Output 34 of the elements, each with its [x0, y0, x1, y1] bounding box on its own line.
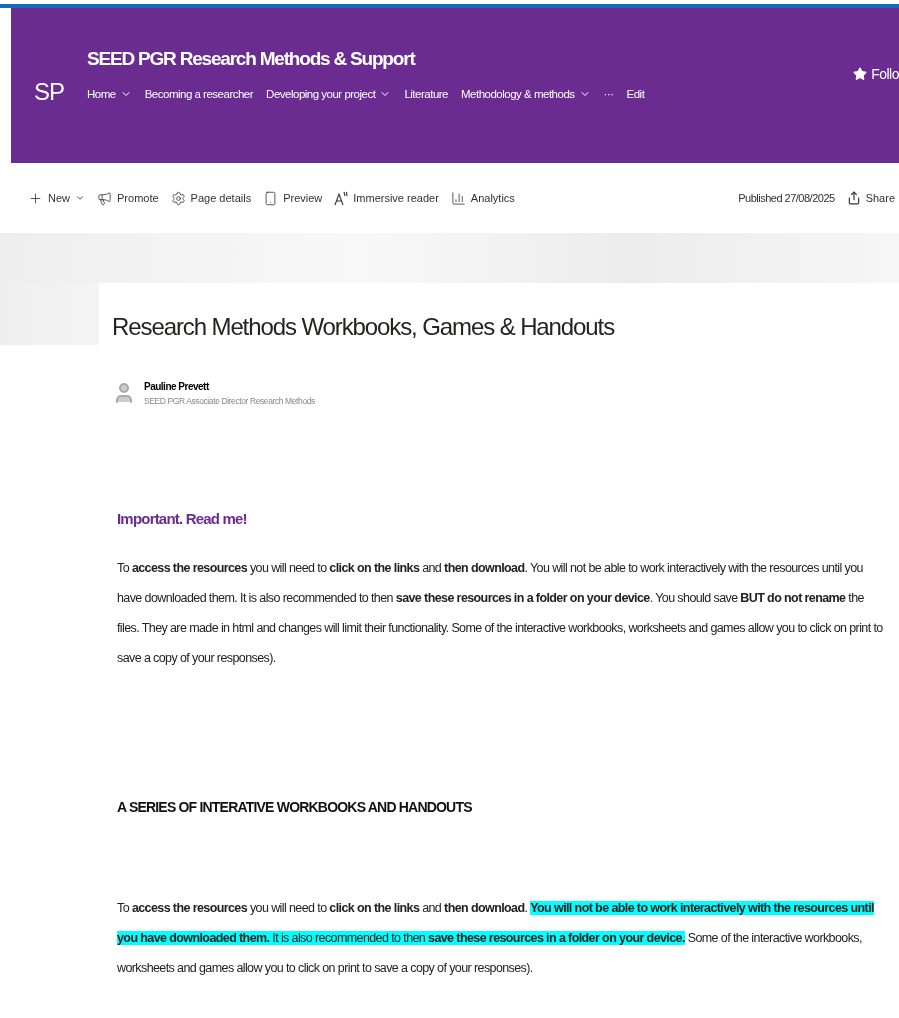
toolbar-button[interactable]: Page details	[170, 190, 252, 206]
section-heading: A SERIES OF INTERATIVE WORKBOOKS AND HANDOUTS	[117, 799, 473, 815]
body-paragraph: To access the resources you will need to click on the links and then download. You will not be able to work interactively with the resources until you have downloaded them. It is also recommended to then save these resources in a folder on your device. You should save BUT do not rename the files. They are made in html and changes will limit their functionality. Some of the interactive workbooks, worksheets and games allow you to click on print to save a copy of your responses).	[117, 560, 884, 667]
site-logo[interactable]: SP	[11, 78, 87, 106]
promote-icon	[97, 190, 112, 206]
published-date: Published 27/08/2025	[738, 192, 835, 204]
nav-link[interactable]: Methodology & methods	[461, 88, 591, 100]
share-icon	[846, 191, 861, 205]
share-button[interactable]: Share	[846, 191, 895, 205]
toolbar-button[interactable]: Preview	[263, 190, 323, 206]
site-title[interactable]: SEED PGR Research Methods & Support	[87, 48, 645, 70]
chevron-down-icon	[75, 193, 85, 203]
nav-link[interactable]: Literature	[404, 88, 448, 100]
new-icon	[28, 190, 43, 206]
section-subheading: Important. Read me!	[117, 510, 248, 527]
author-role: SEED PGR Associate Director Research Methods	[144, 396, 315, 406]
body-paragraph: To access the resources you will need to click on the links and then download. You will not be able to work interactively with the resources until you have downloaded them. It is also recommended to then save these resources in a folder on your device. Some of the interactive workbooks, worksheets and games allow you to click on print to save a copy of your responses).	[117, 900, 875, 977]
details-icon	[170, 190, 186, 206]
author-name[interactable]: Pauline Prevett	[144, 381, 315, 392]
nav-link[interactable]: ···	[603, 88, 614, 100]
toolbar-button[interactable]: New	[28, 190, 85, 206]
nav-link[interactable]: Becoming a researcher	[144, 88, 254, 100]
nav-link[interactable]: Developing your project	[266, 88, 392, 100]
toolbar-button[interactable]: Promote	[97, 190, 159, 206]
nav-link[interactable]: Edit	[626, 88, 645, 100]
toolbar-button[interactable]: Analytics	[450, 190, 515, 206]
star-icon	[853, 67, 868, 81]
toolbar-button[interactable]: Immersive reader	[334, 190, 439, 206]
follow-button[interactable]: Follo	[853, 66, 899, 82]
reader-icon	[334, 190, 349, 206]
preview-icon	[263, 190, 279, 206]
analytics-icon	[450, 190, 466, 206]
page-title: Research Methods Workbooks, Games & Handouts	[112, 313, 616, 341]
nav-link[interactable]: Home	[87, 88, 132, 100]
